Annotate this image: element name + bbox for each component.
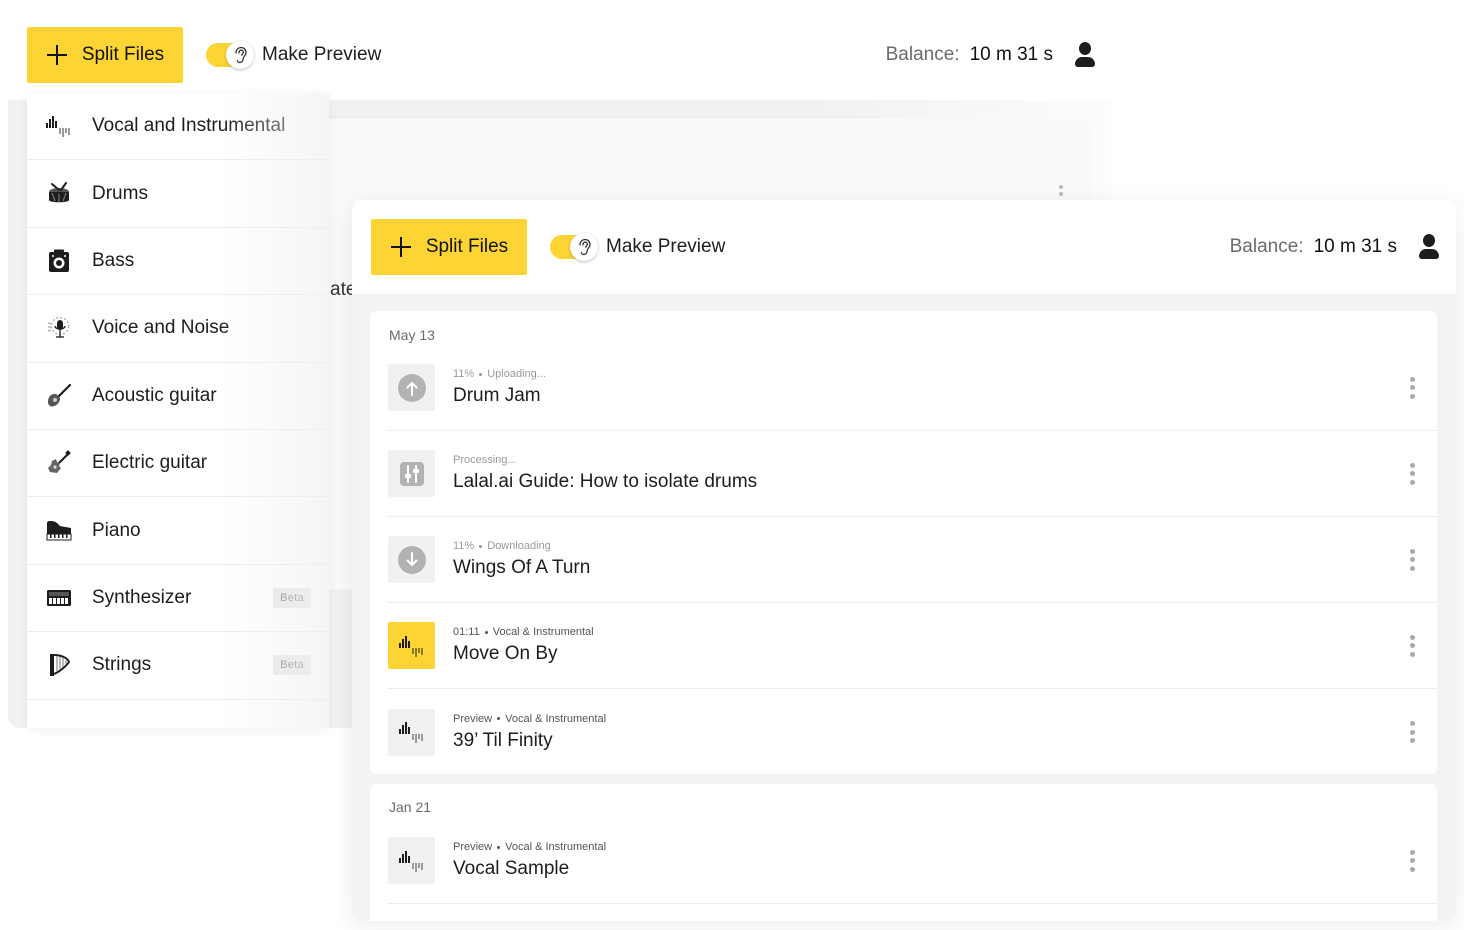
dropdown-item-label: Bass — [92, 249, 135, 271]
file-thumbnail — [388, 536, 435, 583]
more-options-icon[interactable] — [1407, 849, 1417, 872]
dropdown-item-vocal-instrumental[interactable]: Vocal and Instrumental — [27, 93, 329, 161]
front-toolbar: Split Files Make Preview Balance: 10 m 3… — [371, 219, 1441, 275]
dropdown-item-label: Acoustic guitar — [92, 384, 217, 406]
file-row-move-on-by[interactable]: 01:11 Vocal & Instrumental Move On By — [388, 603, 1437, 689]
dropdown-item-voice-noise[interactable]: Voice and Noise — [27, 295, 329, 363]
file-thumbnail — [388, 364, 435, 411]
dropdown-item-label: Voice and Noise — [92, 317, 230, 339]
dropdown-item-strings[interactable]: Strings Beta — [27, 632, 329, 700]
ear-icon — [226, 41, 254, 69]
split-files-label: Split Files — [81, 44, 165, 65]
file-row-39-til-finity[interactable]: Preview Vocal & Instrumental 39’ Til Fini… — [388, 689, 1437, 775]
file-name: Lalal.ai Guide: How to isolate drums — [453, 471, 758, 492]
make-preview-toggle[interactable] — [206, 41, 254, 69]
balance: Balance: 10 m 31 s — [1230, 234, 1441, 260]
more-options-icon[interactable] — [1407, 462, 1417, 485]
more-options-icon[interactable] — [1407, 548, 1417, 571]
piano-icon — [45, 517, 73, 545]
file-status: Preview Vocal & Instrumental — [453, 841, 607, 853]
upload-icon — [397, 373, 426, 402]
file-thumbnail — [388, 450, 435, 497]
waveform-icon — [45, 112, 73, 140]
waveform-icon — [398, 720, 426, 744]
balance-value: 10 m 31 s — [1313, 236, 1397, 257]
back-toolbar: Split Files Make Preview Balance: 10 m 3… — [27, 27, 1097, 83]
dropdown-item-piano[interactable]: Piano — [27, 497, 329, 565]
balance-label: Balance: — [885, 44, 960, 65]
split-type-dropdown: Vocal and Instrumental Drums Bass Voice … — [27, 93, 329, 728]
electric-guitar-icon — [45, 449, 73, 477]
dropdown-item-label: Synthesizer — [92, 586, 192, 608]
group-date: May 13 — [389, 327, 435, 343]
more-options-icon[interactable] — [1407, 634, 1417, 657]
front-window: May 13 11% Uploading... Drum Jam Process… — [352, 200, 1456, 921]
microphone-noise-icon — [45, 314, 73, 342]
dropdown-item-label: Drums — [92, 182, 148, 204]
download-icon — [397, 545, 426, 574]
file-thumbnail — [388, 708, 435, 756]
waveform-icon — [398, 634, 426, 658]
ear-icon — [570, 233, 598, 261]
dropdown-item-label: Electric guitar — [92, 452, 208, 474]
drum-icon — [45, 180, 73, 208]
balance: Balance: 10 m 31 s — [886, 42, 1097, 68]
dropdown-item-electric-guitar[interactable]: Electric guitar — [27, 430, 329, 498]
split-files-button[interactable]: Split Files — [371, 219, 527, 275]
user-icon[interactable] — [1417, 234, 1441, 260]
more-options-icon[interactable] — [1407, 376, 1417, 399]
plus-icon — [46, 44, 68, 66]
plus-icon — [390, 236, 412, 258]
user-icon[interactable] — [1073, 42, 1097, 68]
group-date: Jan 21 — [389, 799, 432, 815]
file-thumbnail — [388, 837, 435, 884]
harp-icon — [45, 651, 73, 679]
file-name: 39’ Til Finity — [453, 729, 553, 751]
file-status: 11% Uploading... — [453, 368, 546, 380]
file-name: Vocal Sample — [453, 858, 570, 879]
file-status: 11% Downloading — [453, 540, 551, 552]
wind-instrument-icon — [45, 719, 73, 728]
split-files-button[interactable]: Split Files — [27, 27, 183, 83]
acoustic-guitar-icon — [45, 382, 73, 410]
file-row-lalal-guide[interactable]: Processing... Lalal.ai Guide: How to iso… — [388, 431, 1437, 517]
file-row-drum-jam[interactable]: 11% Uploading... Drum Jam — [388, 345, 1437, 431]
speaker-icon — [45, 247, 73, 275]
file-group-jan-21: Jan 21 Preview Vocal & Instrumental Vocal… — [370, 784, 1437, 921]
beta-badge: Beta — [273, 655, 311, 676]
file-name: Move On By — [453, 643, 558, 664]
waveform-icon — [398, 849, 426, 873]
file-group-may-13: May 13 11% Uploading... Drum Jam Process… — [370, 311, 1437, 774]
dropdown-item-label: Piano — [92, 519, 141, 541]
dropdown-item-bass[interactable]: Bass — [27, 228, 329, 296]
more-options-icon — [1059, 185, 1065, 199]
beta-badge: Beta — [273, 587, 311, 608]
synthesizer-icon — [45, 584, 73, 612]
make-preview-label: Make Preview — [262, 44, 382, 65]
file-row-vocal-sample[interactable]: Preview Vocal & Instrumental Vocal Sample — [388, 818, 1437, 904]
file-name: Drum Jam — [453, 385, 541, 406]
dropdown-item-cut-off[interactable] — [27, 700, 329, 728]
make-preview-toggle[interactable] — [550, 233, 598, 261]
file-status: 01:11 Vocal & Instrumental — [453, 626, 594, 638]
make-preview-label: Make Preview — [606, 236, 726, 257]
dropdown-item-acoustic-guitar[interactable]: Acoustic guitar — [27, 363, 329, 430]
file-thumbnail — [388, 622, 435, 669]
mixer-icon — [399, 461, 425, 487]
dropdown-item-label: Strings — [92, 654, 152, 676]
split-files-label: Split Files — [425, 236, 509, 257]
dropdown-item-label: Vocal and Instrumental — [92, 115, 286, 137]
balance-value: 10 m 31 s — [969, 44, 1053, 65]
more-options-icon[interactable] — [1407, 721, 1417, 743]
dropdown-item-synthesizer[interactable]: Synthesizer Beta — [27, 565, 329, 633]
dropdown-item-drums[interactable]: Drums — [27, 160, 329, 228]
file-name: Wings Of A Turn — [453, 557, 591, 578]
file-row-wings-of-a-turn[interactable]: 11% Downloading Wings Of A Turn — [388, 517, 1437, 603]
file-status: Processing... — [453, 454, 517, 466]
balance-label: Balance: — [1229, 236, 1304, 257]
file-status: Preview Vocal & Instrumental — [453, 712, 607, 725]
